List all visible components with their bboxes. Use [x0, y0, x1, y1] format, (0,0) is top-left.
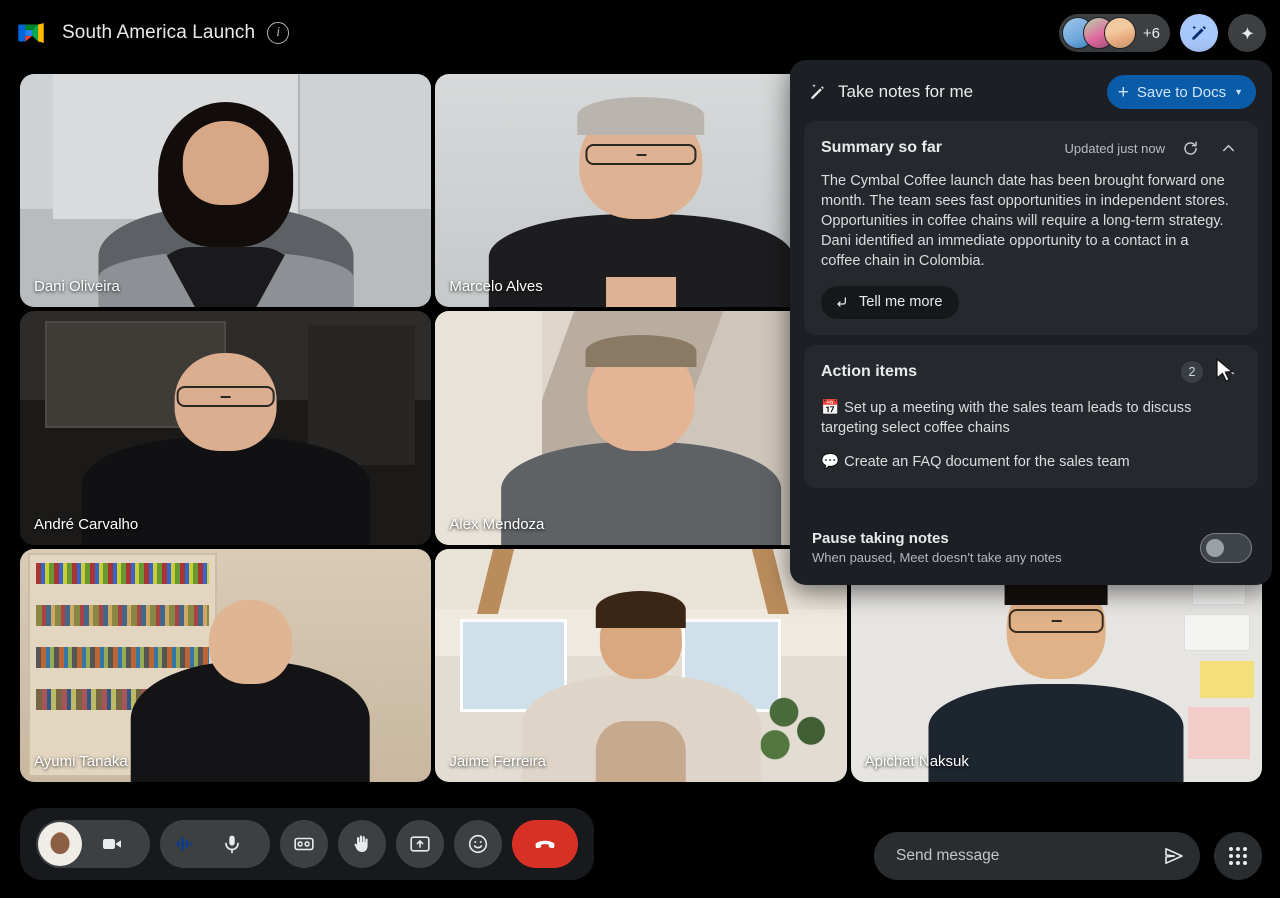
- meeting-controls-bar: [20, 808, 594, 880]
- page-title: South America Launch: [62, 22, 256, 43]
- audio-waveform-icon: [177, 837, 192, 851]
- action-items-card: Action items 2 📅 Set up a meeting with th…: [804, 344, 1258, 489]
- top-bar: South America Launch i +6: [0, 0, 1280, 66]
- participant-name: Marcelo Alves: [449, 278, 543, 296]
- raise-hand-button[interactable]: [338, 820, 386, 868]
- action-item-text: Create an FAQ document for the sales tea…: [844, 453, 1130, 470]
- magic-pencil-icon: [811, 84, 824, 99]
- tell-me-more-label: Tell me more: [859, 294, 943, 311]
- notes-pencil-icon: [1192, 25, 1206, 40]
- notes-panel-title: Take notes for me: [838, 82, 974, 101]
- closed-captions-icon: [294, 837, 314, 851]
- meet-window: South America Launch i +6 Dani Oliveira …: [0, 0, 1280, 898]
- chevron-up-icon: [1222, 144, 1234, 151]
- video-tile[interactable]: André Carvalho: [20, 311, 432, 545]
- video-feed: [435, 311, 847, 545]
- video-feed: [435, 74, 847, 308]
- camera-control-pill[interactable]: [36, 820, 150, 868]
- participant-avatar-stack[interactable]: +6: [1058, 14, 1170, 52]
- video-feed: [20, 74, 432, 308]
- refresh-summary-button[interactable]: [1177, 135, 1203, 161]
- video-tile[interactable]: Dani Oliveira: [20, 74, 432, 308]
- participant-name: Apichat Naksuk: [864, 752, 969, 770]
- raise-hand-icon: [354, 835, 368, 852]
- participant-name: Alex Mendoza: [449, 515, 545, 533]
- action-items-header: Action items 2: [821, 359, 1241, 385]
- action-items-count-badge: 2: [1181, 360, 1203, 383]
- top-bar-right-controls: +6: [1058, 14, 1266, 52]
- take-notes-panel: Take notes for me + Save to Docs ▼ Summa…: [790, 60, 1272, 585]
- pause-notes-subtitle: When paused, Meet doesn't take any notes: [812, 550, 1062, 565]
- audio-activity-button[interactable]: [160, 820, 208, 868]
- present-screen-button[interactable]: [396, 820, 444, 868]
- return-arrow-icon: [837, 297, 846, 308]
- captions-button[interactable]: [280, 820, 328, 868]
- pause-notes-title: Pause taking notes: [812, 530, 949, 547]
- send-message-input[interactable]: [896, 847, 1162, 865]
- end-call-icon: [535, 840, 555, 849]
- summary-text: The Cymbal Coffee launch date has been b…: [821, 173, 1229, 269]
- action-item: 📅 Set up a meeting with the sales team le…: [821, 398, 1213, 439]
- gemini-button[interactable]: [1228, 14, 1266, 52]
- toggle-knob: [1206, 538, 1224, 557]
- participant-name: Dani Oliveira: [34, 278, 120, 296]
- send-icon[interactable]: [1162, 844, 1186, 868]
- mouse-cursor: [1216, 358, 1234, 382]
- chevron-down-icon[interactable]: ▼: [1234, 87, 1243, 97]
- chat-bar: [874, 832, 1262, 880]
- message-input-container[interactable]: [874, 832, 1200, 880]
- notes-panel-header: Take notes for me + Save to Docs ▼: [790, 60, 1272, 121]
- refresh-icon: [1183, 140, 1197, 155]
- end-call-button[interactable]: [512, 820, 578, 868]
- emoji-reaction-button[interactable]: [454, 820, 502, 868]
- summary-card: Summary so far Updated just now The Cymb…: [804, 121, 1258, 335]
- plus-icon: +: [1117, 81, 1129, 103]
- self-view-avatar: [38, 822, 82, 866]
- summary-title: Summary so far: [821, 139, 942, 156]
- action-items-title: Action items: [821, 362, 918, 380]
- video-feed: [20, 548, 432, 782]
- toggle-camera-button[interactable]: [88, 820, 136, 868]
- microphone-icon: [225, 835, 239, 854]
- video-tile[interactable]: Jaime Ferreira: [435, 548, 847, 782]
- apps-grid-icon: [1229, 847, 1247, 865]
- mic-control-pill[interactable]: [160, 820, 270, 868]
- summary-card-header: Summary so far Updated just now: [821, 135, 1241, 161]
- pause-notes-row: Pause taking notes When paused, Meet doe…: [790, 516, 1272, 585]
- summary-updated-text: Updated just now: [1064, 140, 1165, 156]
- video-tile[interactable]: Marcelo Alves: [435, 74, 847, 308]
- take-notes-button[interactable]: [1180, 14, 1218, 52]
- participant-name: André Carvalho: [34, 515, 139, 533]
- video-feed: [20, 311, 432, 545]
- present-screen-icon: [410, 836, 430, 852]
- gemini-sparkle-icon: [1240, 26, 1254, 40]
- participant-name: Jaime Ferreira: [449, 752, 547, 770]
- emoji-reaction-icon: [468, 834, 488, 854]
- google-meet-logo: [18, 23, 44, 43]
- save-to-docs-label: Save to Docs: [1136, 83, 1227, 101]
- apps-grid-button[interactable]: [1214, 832, 1262, 880]
- tell-me-more-button[interactable]: Tell me more: [821, 285, 959, 319]
- video-tile[interactable]: Alex Mendoza: [435, 311, 847, 545]
- collapse-summary-button[interactable]: [1215, 135, 1241, 161]
- toggle-mic-button[interactable]: [208, 820, 256, 868]
- pause-notes-toggle[interactable]: [1200, 532, 1252, 563]
- avatar-overflow-count: +6: [1142, 24, 1160, 42]
- calendar-emoji: 📅: [821, 399, 840, 416]
- participant-name: Ayumi Tanaka: [34, 752, 128, 770]
- video-feed: [435, 548, 847, 782]
- action-item: 💬 Create an FAQ document for the sales te…: [821, 452, 1213, 472]
- save-to-docs-button[interactable]: + Save to Docs ▼: [1106, 75, 1256, 109]
- speech-bubble-emoji: 💬: [821, 453, 840, 470]
- info-icon[interactable]: i: [267, 22, 290, 44]
- action-item-text: Set up a meeting with the sales team lea…: [821, 399, 1192, 437]
- pause-notes-text-group: Pause taking notes When paused, Meet doe…: [812, 530, 1062, 565]
- video-tile[interactable]: Ayumi Tanaka: [20, 548, 432, 782]
- video-camera-icon: [103, 839, 121, 849]
- avatar: [1103, 17, 1136, 49]
